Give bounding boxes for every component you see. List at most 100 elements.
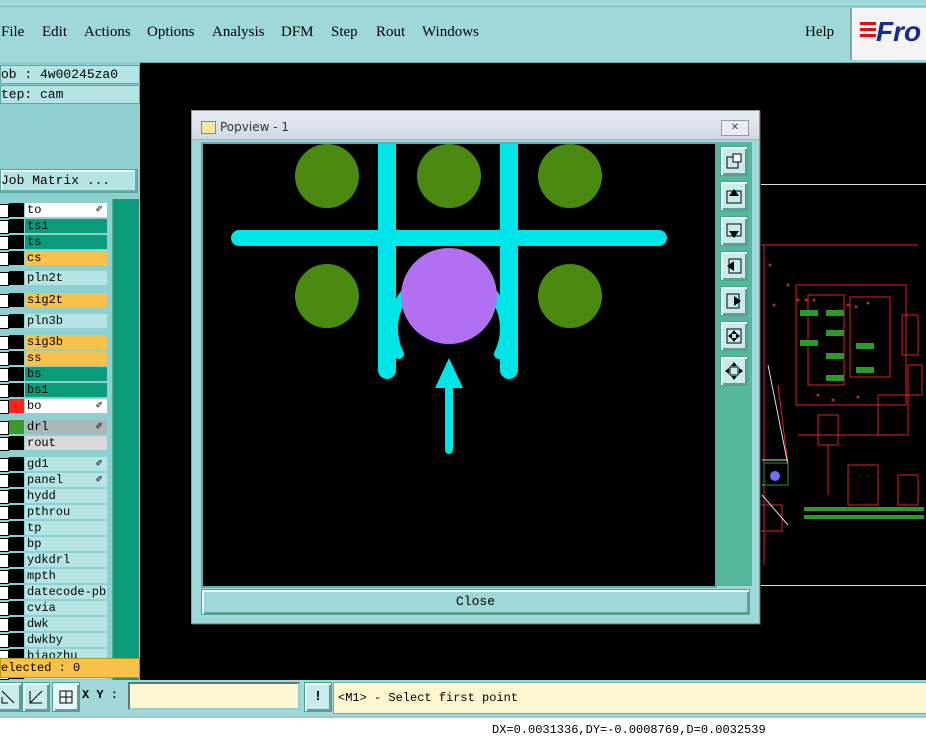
layer-color-swatch[interactable] <box>9 436 24 450</box>
layer-checkbox[interactable] <box>0 618 9 632</box>
layer-checkbox[interactable] <box>0 421 9 435</box>
layer-row[interactable]: rout <box>0 436 110 451</box>
layer-row[interactable]: bo ✐ <box>0 399 110 414</box>
layer-checkbox[interactable] <box>0 204 9 218</box>
layer-name[interactable]: mpth <box>25 569 107 583</box>
layer-name[interactable]: panel ✐ <box>25 473 107 487</box>
layer-color-swatch[interactable] <box>9 367 24 381</box>
layer-color-swatch[interactable] <box>9 235 24 249</box>
menu-analysis[interactable]: Analysis <box>212 24 265 41</box>
layer-name[interactable]: gd1 ✐ <box>25 457 107 471</box>
layer-row[interactable]: hydd <box>0 489 110 504</box>
layer-name[interactable]: tp <box>25 521 107 535</box>
layer-color-swatch[interactable] <box>9 633 24 647</box>
layer-row[interactable]: panel ✐ <box>0 473 110 488</box>
layer-row[interactable]: ts1 <box>0 219 110 234</box>
popview-close-button[interactable]: Close <box>201 589 750 615</box>
layer-row[interactable]: sig3b <box>0 335 110 350</box>
popview-canvas[interactable] <box>201 135 717 588</box>
layer-name[interactable]: bs <box>25 367 107 381</box>
xy-input[interactable] <box>128 682 300 710</box>
layer-color-swatch[interactable] <box>9 203 24 217</box>
menu-dfm[interactable]: DFM <box>281 24 314 41</box>
pan-down-button[interactable] <box>720 216 748 246</box>
layer-name[interactable]: sig3b <box>25 335 107 349</box>
layer-row[interactable]: tp <box>0 521 110 536</box>
close-icon[interactable]: ✕ <box>721 120 749 136</box>
layer-checkbox[interactable] <box>0 522 9 536</box>
layer-row[interactable]: pln2t <box>0 271 110 286</box>
layer-checkbox[interactable] <box>0 315 9 329</box>
layer-row[interactable]: sig2t <box>0 293 110 308</box>
layer-color-swatch[interactable] <box>9 521 24 535</box>
exclaim-button[interactable]: ! <box>304 682 332 712</box>
popview-title-bar[interactable]: Popview - 1 ✕ <box>192 111 759 140</box>
layer-row[interactable]: mpth <box>0 569 110 584</box>
layer-row[interactable]: dwkby <box>0 633 110 648</box>
layer-name[interactable]: pthrou <box>25 505 107 519</box>
layer-name[interactable]: cs <box>25 251 107 265</box>
pan-left-button[interactable] <box>720 251 748 281</box>
layer-checkbox[interactable] <box>0 384 9 398</box>
layer-checkbox[interactable] <box>0 437 9 451</box>
layer-color-swatch[interactable] <box>9 383 24 397</box>
menu-step[interactable]: Step <box>331 24 358 41</box>
layer-color-swatch[interactable] <box>9 457 24 471</box>
menu-edit[interactable]: Edit <box>42 24 67 41</box>
menu-actions[interactable]: Actions <box>84 24 131 41</box>
pan-right-button[interactable] <box>720 286 748 316</box>
menu-windows[interactable]: Windows <box>422 24 479 41</box>
layer-row[interactable]: drl ✐ <box>0 420 110 435</box>
layer-color-swatch[interactable] <box>9 601 24 615</box>
layer-checkbox[interactable] <box>0 570 9 584</box>
zoom-home-button[interactable] <box>720 321 748 351</box>
layer-name[interactable]: ss <box>25 351 107 365</box>
layer-row[interactable]: datecode-pbo <box>0 585 110 600</box>
zoom-window-button[interactable] <box>720 146 748 176</box>
layer-name[interactable]: pln3b <box>25 314 107 328</box>
layer-color-swatch[interactable] <box>9 473 24 487</box>
layer-color-swatch[interactable] <box>9 537 24 551</box>
layer-name[interactable]: bp <box>25 537 107 551</box>
layer-color-swatch[interactable] <box>9 271 24 285</box>
layer-row[interactable]: dwk <box>0 617 110 632</box>
layer-color-swatch[interactable] <box>9 617 24 631</box>
layer-color-swatch[interactable] <box>9 569 24 583</box>
layer-name[interactable]: pln2t <box>25 271 107 285</box>
layer-row[interactable]: bs <box>0 367 110 382</box>
layer-row[interactable]: pthrou <box>0 505 110 520</box>
layer-checkbox[interactable] <box>0 490 9 504</box>
layer-list-scrollbar[interactable] <box>112 199 139 709</box>
layer-checkbox[interactable] <box>0 602 9 616</box>
layer-name[interactable]: drl ✐ <box>25 420 107 434</box>
layer-name[interactable]: datecode-pbo <box>25 585 107 599</box>
layer-name[interactable]: bs1 <box>25 383 107 397</box>
layer-row[interactable]: pln3b <box>0 314 110 329</box>
layer-checkbox[interactable] <box>0 586 9 600</box>
layer-name[interactable]: bo ✐ <box>25 399 107 413</box>
layer-name[interactable]: to ✐ <box>25 203 107 217</box>
layer-checkbox[interactable] <box>0 458 9 472</box>
layer-name[interactable]: cvia <box>25 601 107 615</box>
layer-color-swatch[interactable] <box>9 351 24 365</box>
menu-options[interactable]: Options <box>147 24 195 41</box>
layer-name[interactable]: dwkby <box>25 633 107 647</box>
layer-color-swatch[interactable] <box>9 219 24 233</box>
layer-row[interactable]: ydkdrl <box>0 553 110 568</box>
layer-row[interactable]: bs1 <box>0 383 110 398</box>
layer-checkbox[interactable] <box>0 294 9 308</box>
layer-color-swatch[interactable] <box>9 335 24 349</box>
layer-color-swatch[interactable] <box>9 489 24 503</box>
layer-row[interactable]: to ✐ <box>0 203 110 218</box>
layer-color-swatch[interactable] <box>9 399 24 413</box>
layer-color-swatch[interactable] <box>9 505 24 519</box>
layer-color-swatch[interactable] <box>9 420 24 434</box>
layer-name[interactable]: hydd <box>25 489 107 503</box>
layer-row[interactable]: cs <box>0 251 110 266</box>
zoom-out-button[interactable] <box>720 356 748 386</box>
job-matrix-button[interactable]: Job Matrix ... <box>0 169 138 193</box>
layer-row[interactable]: gd1 ✐ <box>0 457 110 472</box>
graphic-area-pcb[interactable] <box>758 184 926 586</box>
pan-up-button[interactable] <box>720 181 748 211</box>
layer-row[interactable]: ss <box>0 351 110 366</box>
